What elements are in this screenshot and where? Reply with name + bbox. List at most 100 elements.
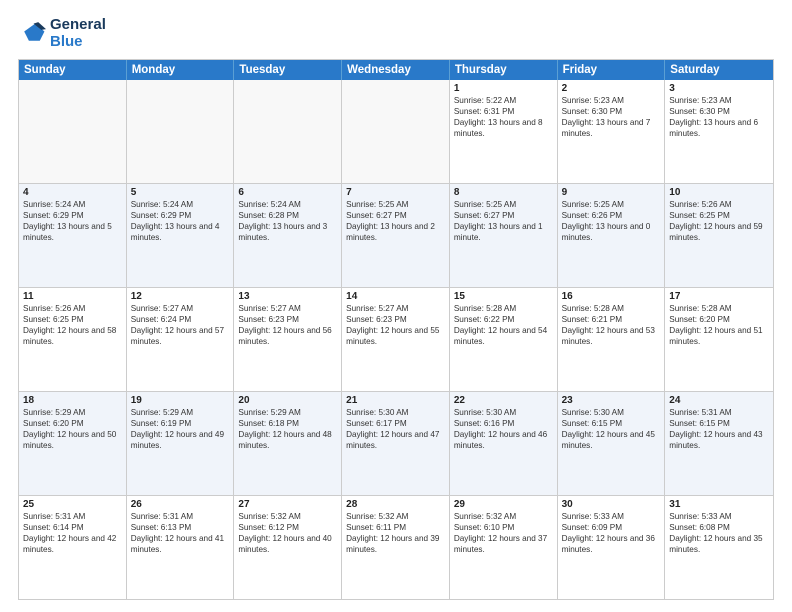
cell-info: Sunrise: 5:31 AM Sunset: 6:15 PM Dayligh… <box>669 407 769 451</box>
day-number: 21 <box>346 395 445 406</box>
header-day-friday: Friday <box>558 60 666 80</box>
day-number: 28 <box>346 499 445 510</box>
calendar-cell: 20Sunrise: 5:29 AM Sunset: 6:18 PM Dayli… <box>234 392 342 495</box>
cell-info: Sunrise: 5:31 AM Sunset: 6:14 PM Dayligh… <box>23 511 122 555</box>
header-day-tuesday: Tuesday <box>234 60 342 80</box>
day-number: 15 <box>454 291 553 302</box>
calendar-cell: 5Sunrise: 5:24 AM Sunset: 6:29 PM Daylig… <box>127 184 235 287</box>
cell-info: Sunrise: 5:29 AM Sunset: 6:18 PM Dayligh… <box>238 407 337 451</box>
cell-info: Sunrise: 5:32 AM Sunset: 6:10 PM Dayligh… <box>454 511 553 555</box>
calendar-row-0: 1Sunrise: 5:22 AM Sunset: 6:31 PM Daylig… <box>19 80 773 183</box>
calendar-cell: 11Sunrise: 5:26 AM Sunset: 6:25 PM Dayli… <box>19 288 127 391</box>
day-number: 13 <box>238 291 337 302</box>
cell-info: Sunrise: 5:27 AM Sunset: 6:24 PM Dayligh… <box>131 303 230 347</box>
header-day-wednesday: Wednesday <box>342 60 450 80</box>
calendar-cell: 31Sunrise: 5:33 AM Sunset: 6:08 PM Dayli… <box>665 496 773 599</box>
day-number: 2 <box>562 83 661 94</box>
cell-info: Sunrise: 5:30 AM Sunset: 6:17 PM Dayligh… <box>346 407 445 451</box>
calendar-cell: 19Sunrise: 5:29 AM Sunset: 6:19 PM Dayli… <box>127 392 235 495</box>
calendar-cell: 27Sunrise: 5:32 AM Sunset: 6:12 PM Dayli… <box>234 496 342 599</box>
day-number: 26 <box>131 499 230 510</box>
day-number: 3 <box>669 83 769 94</box>
calendar-cell: 24Sunrise: 5:31 AM Sunset: 6:15 PM Dayli… <box>665 392 773 495</box>
cell-info: Sunrise: 5:30 AM Sunset: 6:15 PM Dayligh… <box>562 407 661 451</box>
calendar-cell: 14Sunrise: 5:27 AM Sunset: 6:23 PM Dayli… <box>342 288 450 391</box>
calendar-row-4: 25Sunrise: 5:31 AM Sunset: 6:14 PM Dayli… <box>19 495 773 599</box>
calendar-cell: 4Sunrise: 5:24 AM Sunset: 6:29 PM Daylig… <box>19 184 127 287</box>
calendar-cell: 1Sunrise: 5:22 AM Sunset: 6:31 PM Daylig… <box>450 80 558 183</box>
calendar-cell: 3Sunrise: 5:23 AM Sunset: 6:30 PM Daylig… <box>665 80 773 183</box>
day-number: 8 <box>454 187 553 198</box>
calendar-row-3: 18Sunrise: 5:29 AM Sunset: 6:20 PM Dayli… <box>19 391 773 495</box>
calendar-row-2: 11Sunrise: 5:26 AM Sunset: 6:25 PM Dayli… <box>19 287 773 391</box>
calendar-cell: 28Sunrise: 5:32 AM Sunset: 6:11 PM Dayli… <box>342 496 450 599</box>
header-day-sunday: Sunday <box>19 60 127 80</box>
calendar-body: 1Sunrise: 5:22 AM Sunset: 6:31 PM Daylig… <box>19 80 773 600</box>
cell-info: Sunrise: 5:33 AM Sunset: 6:09 PM Dayligh… <box>562 511 661 555</box>
day-number: 22 <box>454 395 553 406</box>
day-number: 14 <box>346 291 445 302</box>
calendar-cell: 22Sunrise: 5:30 AM Sunset: 6:16 PM Dayli… <box>450 392 558 495</box>
calendar-cell: 17Sunrise: 5:28 AM Sunset: 6:20 PM Dayli… <box>665 288 773 391</box>
cell-info: Sunrise: 5:24 AM Sunset: 6:28 PM Dayligh… <box>238 199 337 243</box>
day-number: 1 <box>454 83 553 94</box>
calendar-cell: 9Sunrise: 5:25 AM Sunset: 6:26 PM Daylig… <box>558 184 666 287</box>
cell-info: Sunrise: 5:25 AM Sunset: 6:27 PM Dayligh… <box>346 199 445 243</box>
day-number: 20 <box>238 395 337 406</box>
cell-info: Sunrise: 5:24 AM Sunset: 6:29 PM Dayligh… <box>131 199 230 243</box>
calendar: SundayMondayTuesdayWednesdayThursdayFrid… <box>18 59 774 601</box>
calendar-cell: 29Sunrise: 5:32 AM Sunset: 6:10 PM Dayli… <box>450 496 558 599</box>
header-day-thursday: Thursday <box>450 60 558 80</box>
header: General Blue <box>18 16 774 51</box>
cell-info: Sunrise: 5:26 AM Sunset: 6:25 PM Dayligh… <box>23 303 122 347</box>
cell-info: Sunrise: 5:25 AM Sunset: 6:26 PM Dayligh… <box>562 199 661 243</box>
calendar-cell <box>19 80 127 183</box>
day-number: 24 <box>669 395 769 406</box>
calendar-row-1: 4Sunrise: 5:24 AM Sunset: 6:29 PM Daylig… <box>19 183 773 287</box>
day-number: 12 <box>131 291 230 302</box>
day-number: 29 <box>454 499 553 510</box>
calendar-cell: 12Sunrise: 5:27 AM Sunset: 6:24 PM Dayli… <box>127 288 235 391</box>
calendar-cell: 6Sunrise: 5:24 AM Sunset: 6:28 PM Daylig… <box>234 184 342 287</box>
calendar-cell: 16Sunrise: 5:28 AM Sunset: 6:21 PM Dayli… <box>558 288 666 391</box>
cell-info: Sunrise: 5:25 AM Sunset: 6:27 PM Dayligh… <box>454 199 553 243</box>
cell-info: Sunrise: 5:28 AM Sunset: 6:20 PM Dayligh… <box>669 303 769 347</box>
calendar-cell <box>234 80 342 183</box>
calendar-header: SundayMondayTuesdayWednesdayThursdayFrid… <box>19 60 773 80</box>
header-day-saturday: Saturday <box>665 60 773 80</box>
cell-info: Sunrise: 5:24 AM Sunset: 6:29 PM Dayligh… <box>23 199 122 243</box>
day-number: 6 <box>238 187 337 198</box>
day-number: 5 <box>131 187 230 198</box>
day-number: 27 <box>238 499 337 510</box>
page: General Blue SundayMondayTuesdayWednesda… <box>0 0 792 612</box>
day-number: 30 <box>562 499 661 510</box>
calendar-cell: 30Sunrise: 5:33 AM Sunset: 6:09 PM Dayli… <box>558 496 666 599</box>
calendar-cell: 10Sunrise: 5:26 AM Sunset: 6:25 PM Dayli… <box>665 184 773 287</box>
day-number: 7 <box>346 187 445 198</box>
calendar-cell <box>342 80 450 183</box>
day-number: 19 <box>131 395 230 406</box>
calendar-cell: 26Sunrise: 5:31 AM Sunset: 6:13 PM Dayli… <box>127 496 235 599</box>
cell-info: Sunrise: 5:30 AM Sunset: 6:16 PM Dayligh… <box>454 407 553 451</box>
day-number: 16 <box>562 291 661 302</box>
cell-info: Sunrise: 5:32 AM Sunset: 6:11 PM Dayligh… <box>346 511 445 555</box>
cell-info: Sunrise: 5:32 AM Sunset: 6:12 PM Dayligh… <box>238 511 337 555</box>
cell-info: Sunrise: 5:29 AM Sunset: 6:19 PM Dayligh… <box>131 407 230 451</box>
header-day-monday: Monday <box>127 60 235 80</box>
calendar-cell: 7Sunrise: 5:25 AM Sunset: 6:27 PM Daylig… <box>342 184 450 287</box>
day-number: 11 <box>23 291 122 302</box>
calendar-cell: 13Sunrise: 5:27 AM Sunset: 6:23 PM Dayli… <box>234 288 342 391</box>
cell-info: Sunrise: 5:23 AM Sunset: 6:30 PM Dayligh… <box>562 95 661 139</box>
cell-info: Sunrise: 5:33 AM Sunset: 6:08 PM Dayligh… <box>669 511 769 555</box>
cell-info: Sunrise: 5:27 AM Sunset: 6:23 PM Dayligh… <box>238 303 337 347</box>
calendar-cell: 2Sunrise: 5:23 AM Sunset: 6:30 PM Daylig… <box>558 80 666 183</box>
logo: General Blue <box>18 16 106 51</box>
day-number: 10 <box>669 187 769 198</box>
day-number: 4 <box>23 187 122 198</box>
day-number: 9 <box>562 187 661 198</box>
cell-info: Sunrise: 5:22 AM Sunset: 6:31 PM Dayligh… <box>454 95 553 139</box>
day-number: 25 <box>23 499 122 510</box>
day-number: 18 <box>23 395 122 406</box>
calendar-cell: 15Sunrise: 5:28 AM Sunset: 6:22 PM Dayli… <box>450 288 558 391</box>
cell-info: Sunrise: 5:31 AM Sunset: 6:13 PM Dayligh… <box>131 511 230 555</box>
